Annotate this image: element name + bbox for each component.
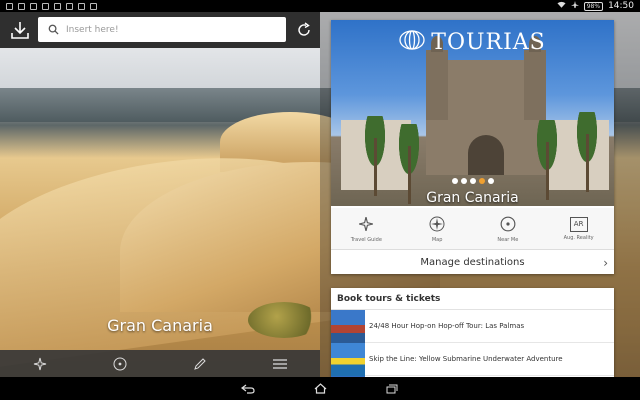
tour-thumbnail [331,309,365,343]
clock: 14:50 [608,1,634,11]
download-icon [66,2,73,10]
search-icon [46,23,60,37]
carousel-dot[interactable] [469,178,476,184]
carousel-indicator [331,178,614,184]
screen: 98% 14:50 Gran C [0,0,640,400]
compass-icon [427,214,447,234]
gallery-icon [90,2,97,10]
menu-icon [273,358,287,369]
carousel-dot-active[interactable] [478,178,485,184]
carousel-dot[interactable] [451,178,458,184]
usb-icon [18,2,25,10]
feature-label: Aug. Reality [563,234,594,241]
carousel-dot[interactable] [487,178,494,184]
star-icon [356,214,376,234]
target-icon [498,214,518,234]
feature-label: Travel Guide [350,237,382,243]
wifi-icon [557,1,566,11]
notification-icon [6,2,13,10]
tours-card: Book tours & tickets 24/48 Hour Hop-on H… [331,288,614,377]
menu-button[interactable] [265,353,295,375]
feature-label: Near Me [497,237,519,243]
airplane-icon [570,1,579,11]
recents-button[interactable] [380,380,404,398]
manage-destinations-label: Manage destinations [420,257,525,268]
search-input[interactable] [66,24,276,35]
destination-card: TOURIAS Gran Canaria Travel Guide Map Ne… [331,20,614,274]
feature-label: Map [431,237,443,243]
tour-item[interactable]: Skip the Line: Yellow Submarine Underwat… [331,342,614,376]
pencil-icon [194,357,206,370]
download-icon [11,22,29,39]
refresh-button[interactable] [294,20,314,40]
brand-logo: TOURIAS [331,30,614,56]
hero-title: Gran Canaria [426,190,519,206]
home-button[interactable] [308,380,332,398]
hero-image[interactable]: TOURIAS Gran Canaria [331,20,614,206]
tower [524,36,546,120]
palm-tree [527,120,567,200]
target-icon [113,357,127,370]
portal [468,135,504,175]
media-icon [42,2,49,10]
near-me-button[interactable] [105,353,135,375]
carousel-dot[interactable] [460,178,467,184]
android-icon [78,2,85,10]
tour-title: Skip the Line: Yellow Submarine Underwat… [369,355,563,363]
map-button[interactable]: Map [402,208,473,249]
home-icon [314,383,326,394]
download-button[interactable] [8,18,32,42]
guide-button[interactable] [25,353,55,375]
edit-button[interactable] [185,353,215,375]
tour-thumbnail [331,342,365,376]
ar-icon: AR [569,216,588,232]
near-me-button[interactable]: Near Me [473,208,544,249]
tour-item[interactable]: 24/48 Hour Hop-on Hop-off Tour: Las Palm… [331,309,614,343]
back-button[interactable] [236,380,260,398]
recents-icon [386,384,398,393]
tours-heading: Book tours & tickets [331,288,614,310]
travel-guide-button[interactable]: Travel Guide [331,208,402,249]
chevron-right-icon: › [603,256,608,270]
system-nav-bar [0,377,640,400]
star-icon [33,357,47,370]
sd-card-icon [30,2,37,10]
augmented-reality-button[interactable]: AR Aug. Reality [543,208,614,249]
brand-name: TOURIAS [431,30,546,55]
destination-title: Gran Canaria [107,316,213,335]
app: Gran Canaria [0,12,640,377]
tower [426,36,448,120]
feature-row: Travel Guide Map Near Me AR Aug. Reality [331,208,614,250]
refresh-icon [298,22,310,36]
manage-destinations-button[interactable]: Manage destinations › [331,251,614,274]
status-bar-system: 98% 14:50 [557,1,634,11]
tour-title: 24/48 Hour Hop-on Hop-off Tour: Las Palm… [369,322,525,330]
battery-indicator: 98% [583,1,604,11]
phone-icon [54,2,61,10]
search-box [38,17,286,42]
back-icon [241,384,255,394]
status-bar: 98% 14:50 [0,0,640,12]
bottom-toolbar [0,350,320,377]
top-bar [0,12,320,48]
status-bar-notifications [6,2,97,10]
tourias-logo-icon [399,30,425,56]
